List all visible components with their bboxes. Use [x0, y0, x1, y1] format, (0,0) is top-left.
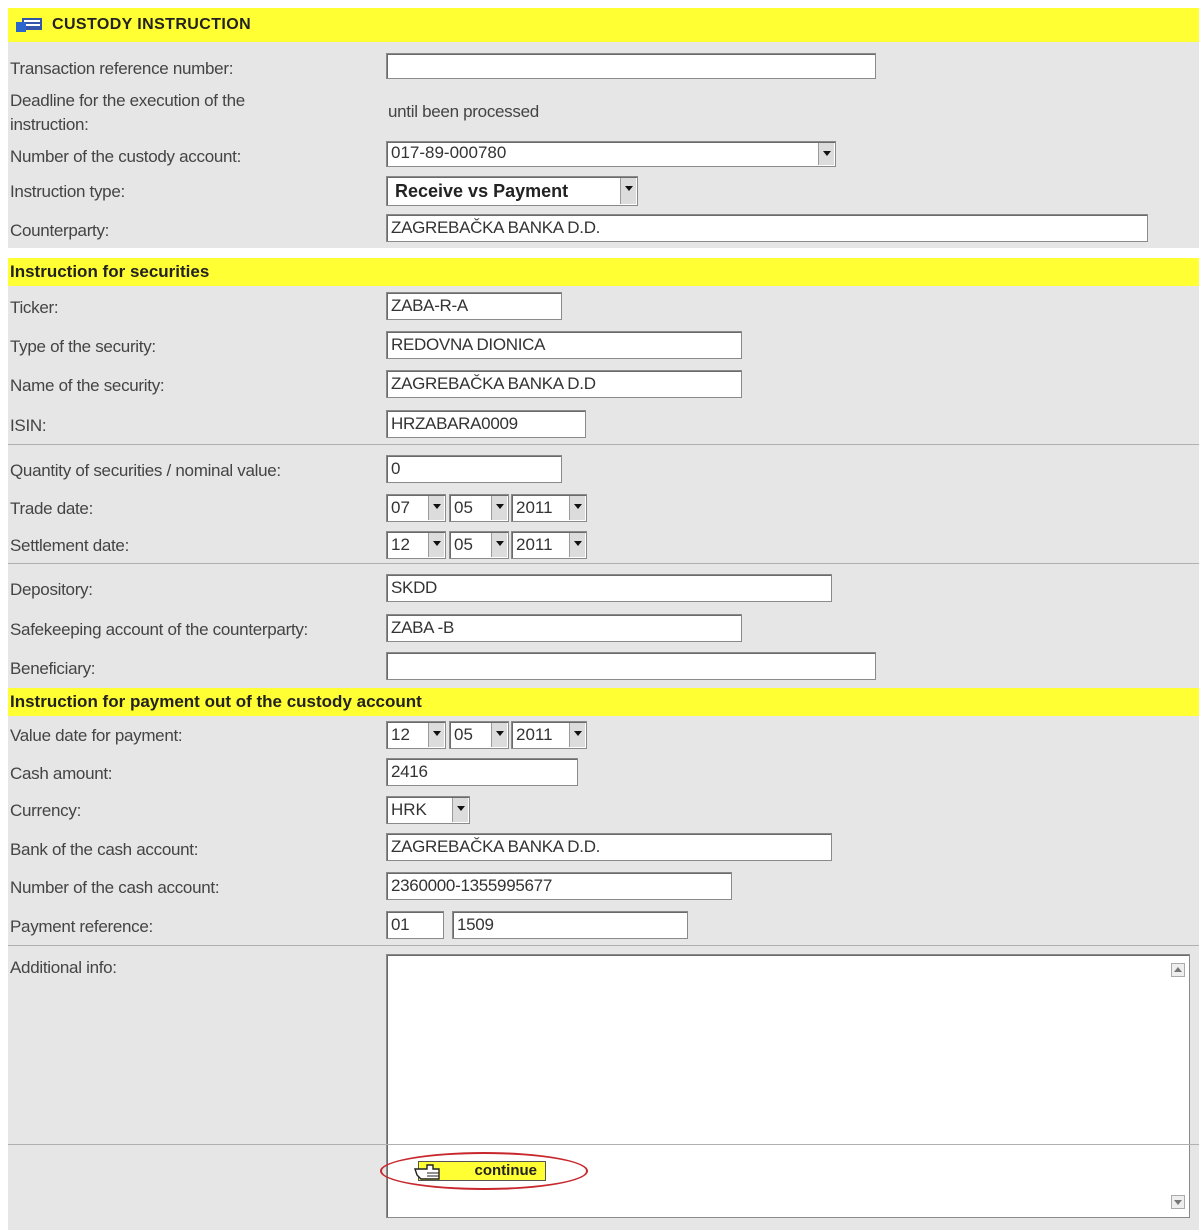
- value-date-label: Value date for payment:: [10, 726, 183, 745]
- beneficiary-label: Beneficiary:: [10, 659, 96, 678]
- additional-info-label: Additional info:: [10, 958, 117, 977]
- dropdown-arrow-icon[interactable]: [428, 496, 444, 520]
- divider: [8, 444, 1199, 445]
- value-date-day-select[interactable]: 12: [386, 721, 446, 749]
- instruction-type-select[interactable]: Receive vs Payment: [386, 176, 638, 206]
- currency-select[interactable]: HRK: [386, 796, 470, 824]
- counterparty-label: Counterparty:: [10, 221, 110, 240]
- quantity-input[interactable]: 0: [386, 455, 562, 483]
- custody-account-value: 017-89-000780: [391, 143, 507, 162]
- scroll-down-icon[interactable]: [1171, 1195, 1185, 1209]
- dropdown-arrow-icon[interactable]: [428, 723, 444, 747]
- value-date-month-select[interactable]: 05: [449, 721, 509, 749]
- divider: [8, 1144, 1199, 1145]
- instruction-type-value: Receive vs Payment: [395, 181, 569, 201]
- custody-account-label: Number of the custody account:: [10, 147, 242, 166]
- settlement-date-label: Settlement date:: [10, 536, 129, 555]
- cash-account-label: Number of the cash account:: [10, 878, 220, 897]
- form-icon: [14, 16, 46, 34]
- settlement-date-year-select[interactable]: 2011: [511, 531, 587, 559]
- dropdown-arrow-icon[interactable]: [569, 533, 585, 557]
- instruction-type-label: Instruction type:: [10, 182, 125, 201]
- cash-amount-input[interactable]: 2416: [386, 758, 578, 786]
- isin-label: ISIN:: [10, 416, 47, 435]
- security-type-input[interactable]: REDOVNA DIONICA: [386, 331, 742, 359]
- divider: [8, 563, 1199, 564]
- quantity-label: Quantity of securities / nominal value:: [10, 461, 281, 480]
- deadline-label-line1: Deadline for the execution of the: [10, 91, 245, 110]
- dropdown-arrow-icon[interactable]: [491, 533, 507, 557]
- currency-label: Currency:: [10, 801, 81, 820]
- dropdown-arrow-icon[interactable]: [569, 723, 585, 747]
- trade-date-year-select[interactable]: 2011: [511, 494, 587, 522]
- settlement-date-month-select[interactable]: 05: [449, 531, 509, 559]
- depository-label: Depository:: [10, 580, 93, 599]
- settlement-date-year-value: 2011: [516, 535, 553, 554]
- dropdown-arrow-icon[interactable]: [428, 533, 444, 557]
- payment-ref-model-input[interactable]: 01: [386, 911, 444, 939]
- safekeeping-label: Safekeeping account of the counterparty:: [10, 620, 308, 639]
- dropdown-arrow-icon[interactable]: [818, 143, 834, 165]
- trade-date-day-select[interactable]: 07: [386, 494, 446, 522]
- isin-input[interactable]: HRZABARA0009: [386, 410, 586, 438]
- cash-amount-label: Cash amount:: [10, 764, 113, 783]
- trade-date-month-select[interactable]: 05: [449, 494, 509, 522]
- dropdown-arrow-icon[interactable]: [569, 496, 585, 520]
- counterparty-input[interactable]: ZAGREBAČKA BANKA D.D.: [386, 214, 1148, 242]
- custody-account-select[interactable]: 017-89-000780: [386, 141, 836, 167]
- beneficiary-input[interactable]: [386, 652, 876, 680]
- security-name-label: Name of the security:: [10, 376, 165, 395]
- scroll-up-icon[interactable]: [1171, 963, 1185, 977]
- continue-highlight: continue: [380, 1152, 588, 1190]
- value-date-month-value: 05: [454, 725, 473, 744]
- securities-section-title: Instruction for securities: [10, 262, 210, 281]
- payment-section-title: Instruction for payment out of the custo…: [10, 692, 422, 711]
- dropdown-arrow-icon[interactable]: [452, 798, 468, 822]
- transaction-ref-input[interactable]: [386, 53, 876, 79]
- continue-button[interactable]: continue: [414, 1161, 546, 1181]
- dropdown-arrow-icon[interactable]: [620, 178, 636, 204]
- ticker-input[interactable]: ZABA-R-A: [386, 292, 562, 320]
- payment-ref-number-input[interactable]: 1509: [452, 911, 688, 939]
- bank-label: Bank of the cash account:: [10, 840, 199, 859]
- settlement-date-month-value: 05: [454, 535, 473, 554]
- dropdown-arrow-icon[interactable]: [491, 723, 507, 747]
- deadline-label-line2: instruction:: [10, 115, 89, 134]
- cash-account-input[interactable]: 2360000-1355995677: [386, 872, 732, 900]
- security-type-label: Type of the security:: [10, 337, 156, 356]
- trade-date-day-value: 07: [391, 498, 410, 517]
- security-name-input[interactable]: ZAGREBAČKA BANKA D.D: [386, 370, 742, 398]
- ticker-label: Ticker:: [10, 298, 59, 317]
- trade-date-label: Trade date:: [10, 499, 94, 518]
- value-date-year-select[interactable]: 2011: [511, 721, 587, 749]
- settlement-date-day-select[interactable]: 12: [386, 531, 446, 559]
- trade-date-year-value: 2011: [516, 498, 553, 517]
- payment-ref-label: Payment reference:: [10, 917, 153, 936]
- safekeeping-input[interactable]: ZABA -B: [386, 614, 742, 642]
- value-date-year-value: 2011: [516, 725, 553, 744]
- continue-label: continue: [474, 1162, 538, 1179]
- value-date-day-value: 12: [391, 725, 410, 744]
- bank-input[interactable]: ZAGREBAČKA BANKA D.D.: [386, 833, 832, 861]
- currency-value: HRK: [391, 800, 427, 819]
- deadline-value: until been processed: [388, 102, 539, 121]
- hand-pointer-icon: [414, 1164, 440, 1180]
- trade-date-month-value: 05: [454, 498, 473, 517]
- page-title: CUSTODY INSTRUCTION: [52, 16, 252, 33]
- depository-input[interactable]: SKDD: [386, 574, 832, 602]
- custody-instruction-page: CUSTODY INSTRUCTION Transaction referenc…: [0, 0, 1199, 1230]
- transaction-ref-label: Transaction reference number:: [10, 59, 234, 78]
- settlement-date-day-value: 12: [391, 535, 410, 554]
- dropdown-arrow-icon[interactable]: [491, 496, 507, 520]
